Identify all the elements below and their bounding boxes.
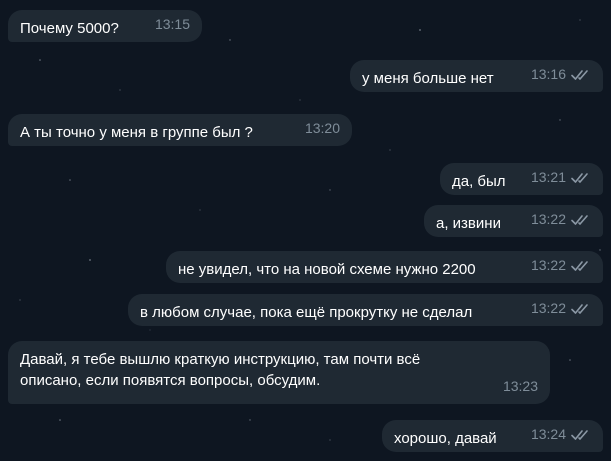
double-check-icon: [571, 303, 588, 314]
message-bubble-outgoing[interactable]: а, извини 13:22: [424, 205, 603, 237]
message-text: да, был: [452, 173, 506, 190]
message-bubble-outgoing[interactable]: да, был 13:21: [440, 163, 603, 195]
message-bubble-outgoing[interactable]: в любом случае, пока ещё прокрутку не сд…: [128, 294, 603, 326]
message-text: в любом случае, пока ещё прокрутку не сд…: [140, 304, 473, 321]
message-bubble-outgoing[interactable]: не увидел, что на новой схеме нужно 2200…: [166, 251, 603, 283]
message-time: 13:21: [530, 169, 566, 185]
message-time: 13:22: [530, 211, 566, 227]
message-time: 13:22: [530, 257, 566, 273]
message-time: 13:16: [530, 66, 566, 82]
message-text: Давай, я тебе вышлю краткую инструкцию, …: [20, 351, 421, 389]
double-check-icon: [571, 214, 588, 225]
double-check-icon: [571, 172, 588, 183]
message-text: хорошо, давай: [394, 430, 497, 447]
message-bubble-outgoing[interactable]: у меня больше нет 13:16: [350, 60, 603, 92]
message-text: Почему 5000?: [20, 20, 119, 37]
message-time: 13:22: [530, 300, 566, 316]
double-check-icon: [571, 69, 588, 80]
message-time: 13:20: [304, 120, 340, 136]
double-check-icon: [571, 260, 588, 271]
message-text: а, извини: [436, 215, 501, 232]
message-bubble-outgoing[interactable]: хорошо, давай 13:24: [382, 420, 603, 452]
message-text: А ты точно у меня в группе был ?: [20, 124, 253, 141]
message-text: не увидел, что на новой схеме нужно 2200: [178, 261, 476, 278]
message-bubble-incoming[interactable]: Давай, я тебе вышлю краткую инструкцию, …: [8, 341, 550, 404]
double-check-icon: [571, 429, 588, 440]
message-bubble-incoming[interactable]: Почему 5000? 13:15: [8, 10, 202, 42]
message-text: у меня больше нет: [362, 70, 494, 87]
message-time: 13:15: [154, 16, 190, 32]
message-time: 13:24: [530, 426, 566, 442]
message-time: 13:23: [502, 378, 538, 394]
message-bubble-incoming[interactable]: А ты точно у меня в группе был ? 13:20: [8, 114, 352, 146]
